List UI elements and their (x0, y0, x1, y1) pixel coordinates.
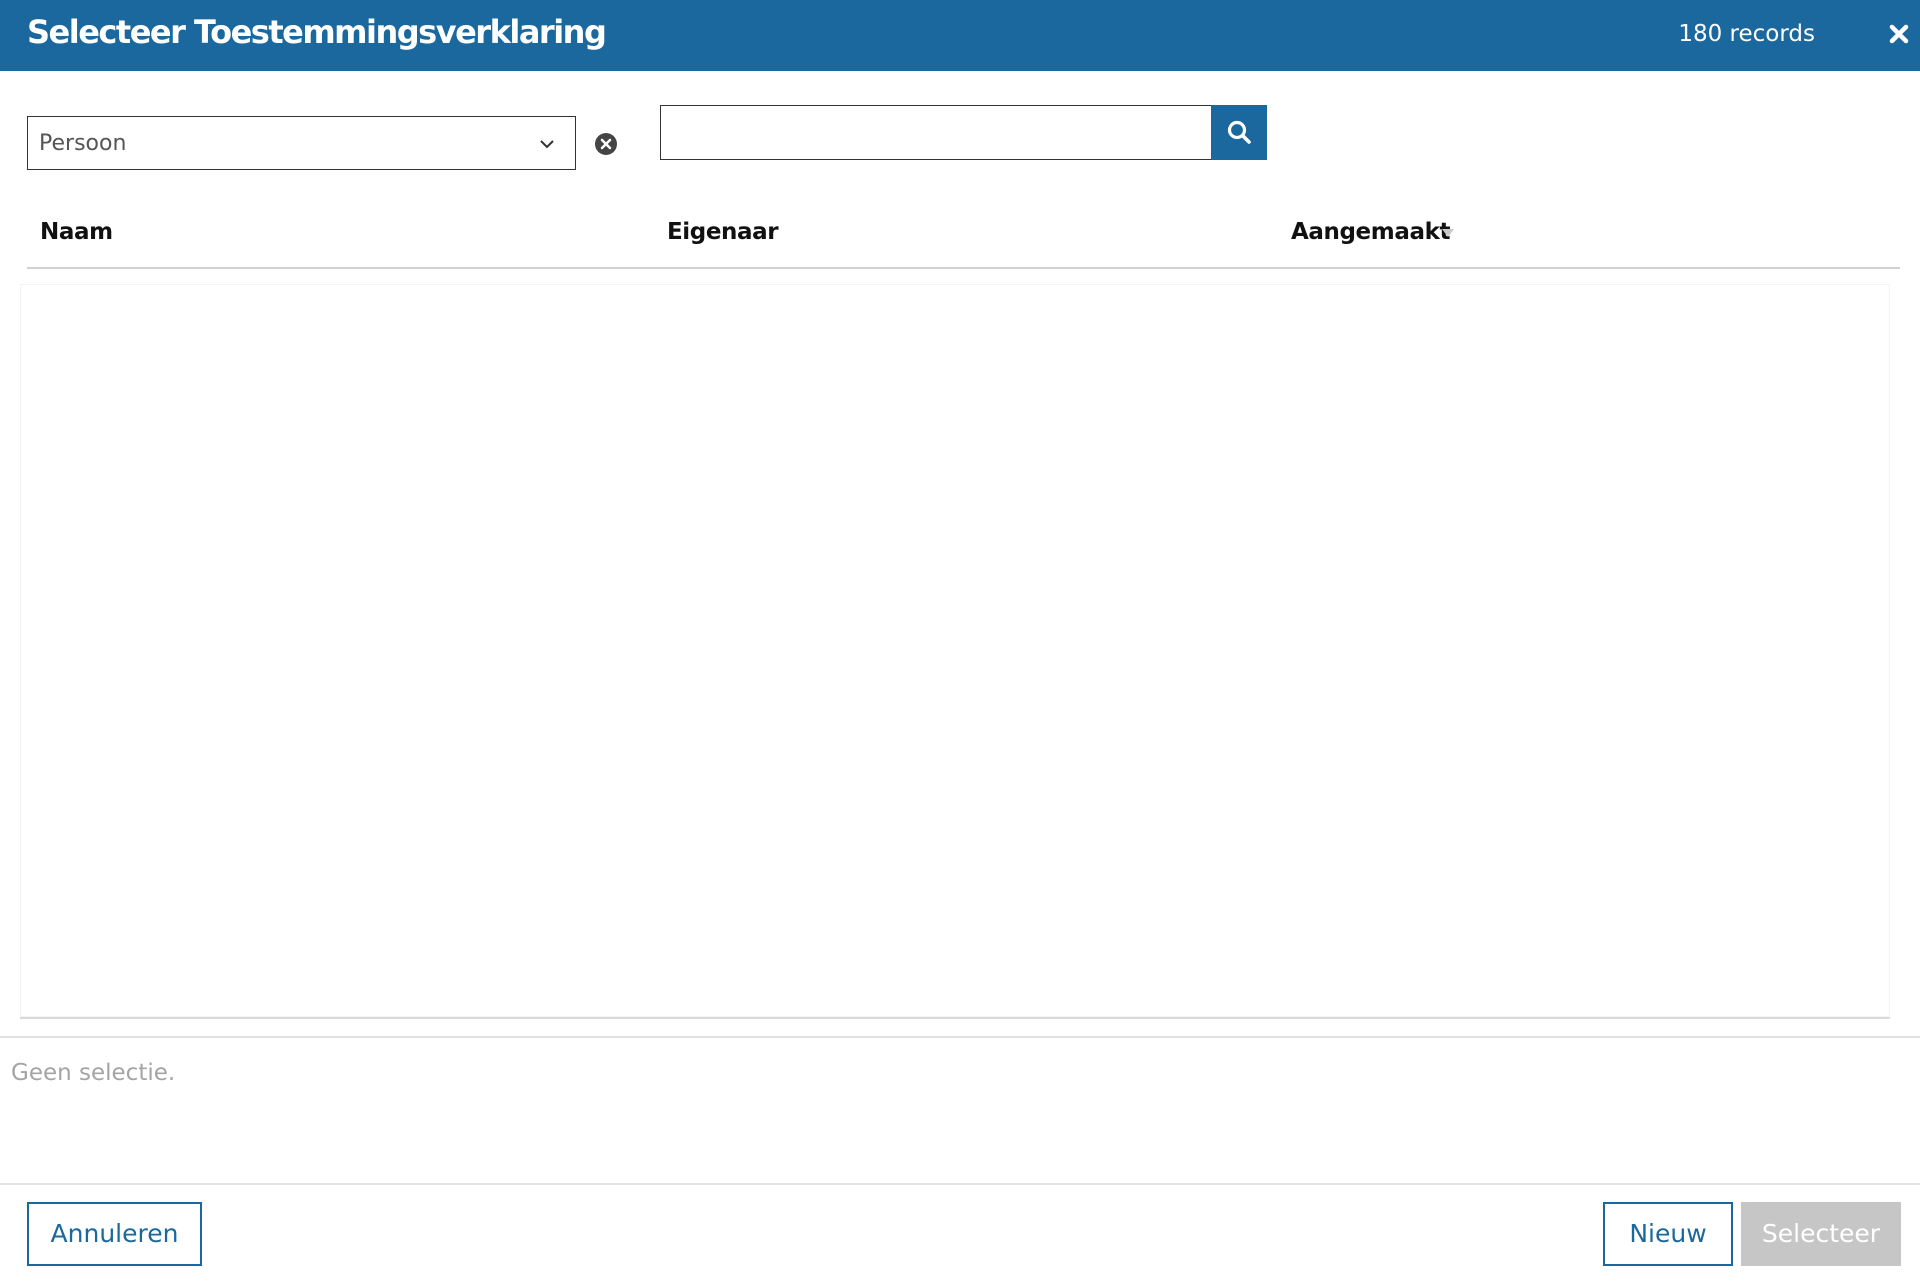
selection-divider (0, 1036, 1920, 1038)
close-icon (1889, 24, 1909, 44)
record-count: 180 records (1678, 21, 1815, 47)
column-header-naam[interactable]: Naam (40, 217, 113, 247)
sort-descending-icon[interactable] (1441, 228, 1455, 238)
select-button[interactable]: Selecteer (1741, 1202, 1901, 1266)
cancel-button[interactable]: Annuleren (27, 1202, 202, 1266)
chevron-down-icon (540, 140, 554, 149)
close-button[interactable] (1882, 17, 1916, 51)
header-divider (27, 267, 1900, 269)
search-icon (1227, 120, 1251, 144)
dialog-header: Selecteer Toestemmingsverklaring 180 rec… (0, 0, 1920, 71)
selection-status: Geen selectie. (11, 1060, 176, 1086)
footer-divider (0, 1183, 1920, 1185)
search-button[interactable] (1211, 105, 1267, 160)
table-bottom-divider (20, 1017, 1890, 1019)
new-button[interactable]: Nieuw (1603, 1202, 1733, 1266)
filter-select-value: Persoon (39, 131, 127, 156)
dialog-title: Selecteer Toestemmingsverklaring (27, 13, 607, 51)
column-header-aangemaakt[interactable]: Aangemaakt (1291, 217, 1450, 247)
column-header-eigenaar[interactable]: Eigenaar (667, 217, 779, 247)
search-input[interactable] (660, 105, 1213, 160)
clear-filter-icon[interactable] (594, 132, 618, 156)
table-body (20, 284, 1890, 1017)
filter-select[interactable]: Persoon (27, 116, 576, 170)
